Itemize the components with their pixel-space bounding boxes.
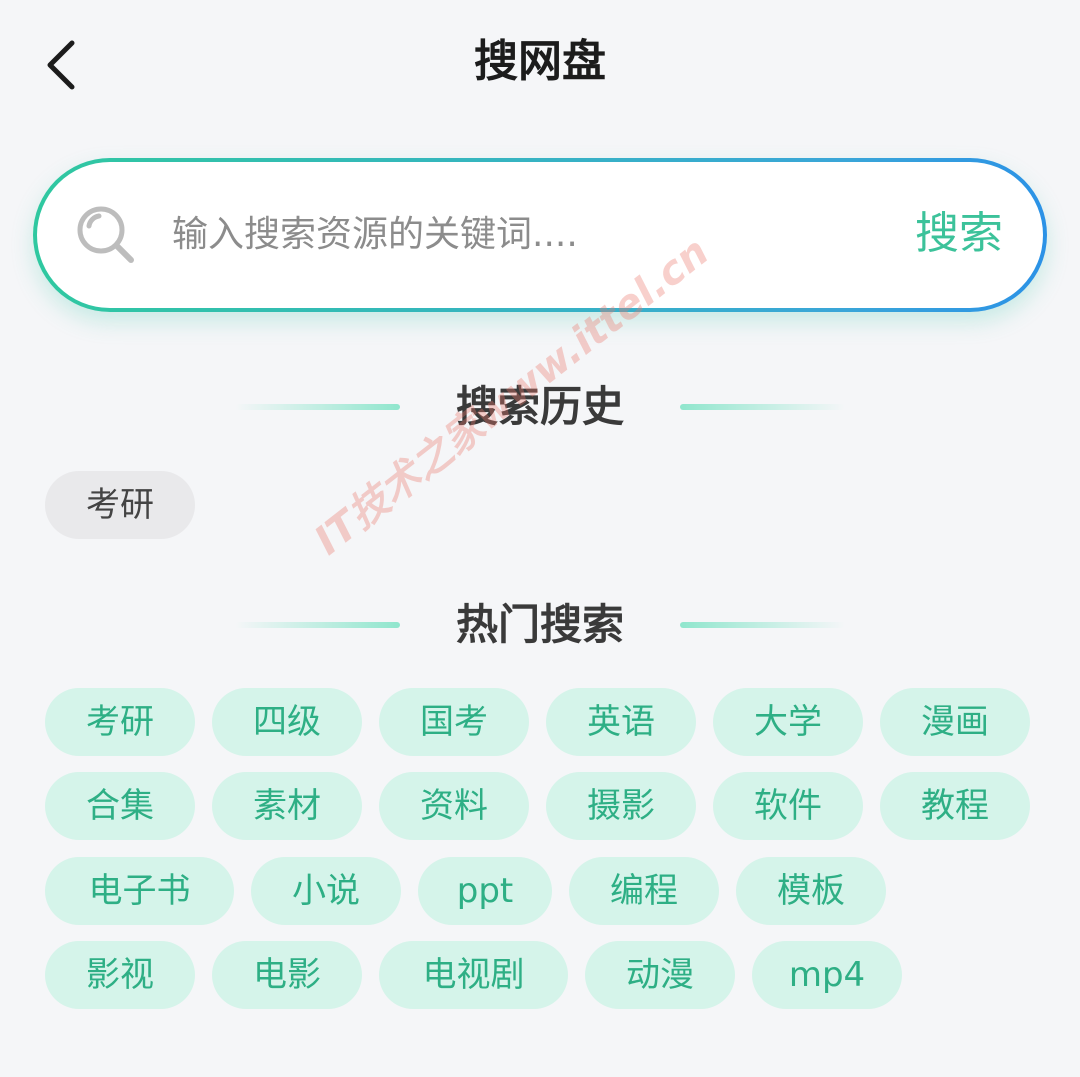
hot-chip[interactable]: 大学 bbox=[713, 688, 863, 756]
hot-chip[interactable]: 英语 bbox=[546, 688, 696, 756]
hot-chip[interactable]: 漫画 bbox=[880, 688, 1030, 756]
page-title: 搜网盘 bbox=[474, 36, 606, 87]
history-section-header: 搜索历史 bbox=[0, 372, 1080, 442]
search-bar: 搜索 bbox=[33, 158, 1047, 312]
hot-chip[interactable]: 素材 bbox=[212, 772, 362, 840]
hot-section-header: 热门搜索 bbox=[0, 590, 1080, 660]
hot-chip[interactable]: 动漫 bbox=[585, 941, 735, 1009]
history-chip[interactable]: 考研 bbox=[45, 471, 195, 539]
search-bar-inner: 搜索 bbox=[37, 162, 1043, 308]
decorative-line-right bbox=[680, 404, 845, 410]
top-bar: 搜网盘 bbox=[0, 0, 1080, 125]
hot-chip[interactable]: 资料 bbox=[379, 772, 529, 840]
hot-chip[interactable]: 模板 bbox=[736, 857, 886, 925]
hot-chip[interactable]: ppt bbox=[418, 857, 552, 925]
hot-chip[interactable]: mp4 bbox=[752, 941, 902, 1009]
hot-chip[interactable]: 合集 bbox=[45, 772, 195, 840]
search-button[interactable]: 搜索 bbox=[915, 198, 1003, 270]
hot-chip[interactable]: 电子书 bbox=[45, 857, 234, 925]
history-title: 搜索历史 bbox=[455, 382, 624, 431]
hot-chip[interactable]: 四级 bbox=[212, 688, 362, 756]
hot-chip[interactable]: 国考 bbox=[379, 688, 529, 756]
hot-chip[interactable]: 电视剧 bbox=[379, 941, 568, 1009]
hot-chip[interactable]: 摄影 bbox=[546, 772, 696, 840]
decorative-line-right bbox=[680, 622, 845, 628]
hot-title: 热门搜索 bbox=[455, 600, 624, 649]
hot-chip[interactable]: 小说 bbox=[251, 857, 401, 925]
search-input[interactable] bbox=[172, 198, 892, 270]
hot-chip[interactable]: 编程 bbox=[569, 857, 719, 925]
search-icon bbox=[77, 206, 134, 263]
hot-chip[interactable]: 教程 bbox=[880, 772, 1030, 840]
hot-chip[interactable]: 考研 bbox=[45, 688, 195, 756]
hot-chip[interactable]: 电影 bbox=[212, 941, 362, 1009]
hot-chip[interactable]: 软件 bbox=[713, 772, 863, 840]
hot-chip[interactable]: 影视 bbox=[45, 941, 195, 1009]
